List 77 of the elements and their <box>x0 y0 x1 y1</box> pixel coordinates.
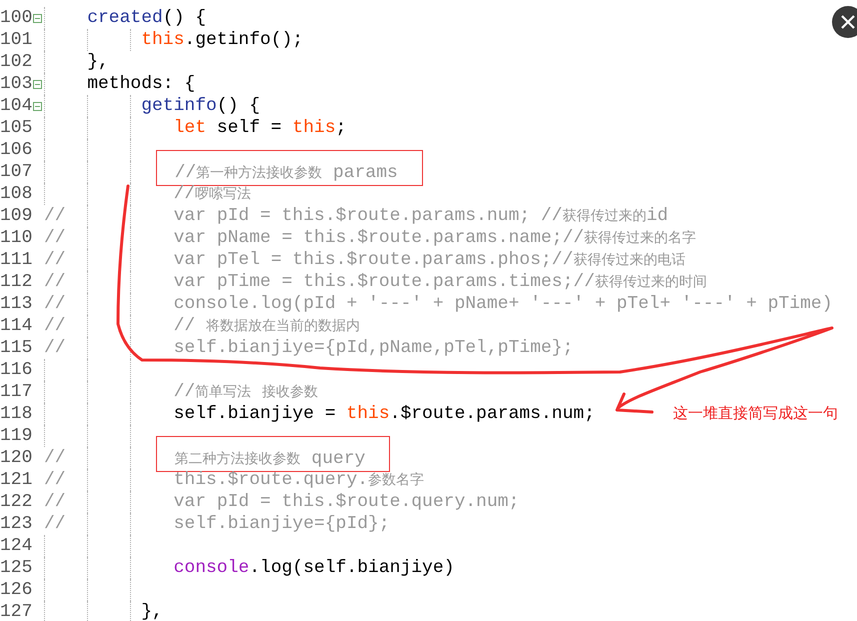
line-comment-marker: // <box>44 315 66 337</box>
line-comment-marker: // <box>44 271 66 293</box>
line-number: 117 <box>0 381 33 403</box>
line-comment-marker: // <box>44 513 66 535</box>
line-number: 125 <box>0 557 33 579</box>
collapse-icon[interactable] <box>33 102 42 110</box>
code-comment: var pTime = this.$route.params.times;//获得传过来的时间 <box>174 271 707 293</box>
code-comment: // 将数据放在当前的数据内 <box>174 315 360 337</box>
line-number: 101 <box>0 29 33 51</box>
line-number: 115 <box>0 337 33 359</box>
close-icon <box>841 15 855 29</box>
line-number: 111 <box>0 249 33 271</box>
line-number: 116 <box>0 359 33 381</box>
code-token: ; <box>336 117 346 139</box>
code-token: () { <box>216 95 260 117</box>
code-token: getinfo <box>141 95 217 117</box>
code-token: .$route.params.num; <box>390 403 595 425</box>
line-number: 127 <box>0 601 33 621</box>
line-number: 104 <box>0 95 33 117</box>
code-token: }, <box>87 51 109 73</box>
line-comment-marker: // <box>44 249 66 271</box>
line-number: 102 <box>0 51 33 73</box>
code-token: self = <box>216 117 283 139</box>
line-number: 120 <box>0 447 33 469</box>
code-token: self.bianjiye = <box>174 403 337 425</box>
line-comment-marker: // <box>44 491 66 513</box>
line-number: 100 <box>0 7 33 29</box>
line-comment-marker: // <box>44 227 66 249</box>
code-comment: var pTel = this.$route.params.phos;//获得传过来的电话 <box>174 249 686 271</box>
code-token: .log(self.bianjiye) <box>249 557 454 579</box>
line-number: 126 <box>0 579 33 601</box>
code-comment: var pId = this.$route.params.num; //获得传过来的id <box>174 205 668 227</box>
code-comment: //简单写法 接收参数 <box>174 381 318 403</box>
code-token: () { <box>162 7 206 29</box>
code-comment: console.log(pId + '---' + pName+ '---' + pTel+ '---' + pTime) <box>174 293 833 315</box>
code-comment: var pId = this.$route.query.num; <box>174 491 520 513</box>
line-number: 113 <box>0 293 33 315</box>
line-comment-marker: // <box>44 293 66 315</box>
close-button[interactable] <box>832 6 857 38</box>
code-token: this <box>141 29 184 51</box>
code-token: }, <box>141 601 163 621</box>
line-number: 122 <box>0 491 33 513</box>
code-token: .getinfo(); <box>184 29 304 51</box>
line-number: 119 <box>0 425 33 447</box>
code-comment: this.$route.query.参数名字 <box>174 469 424 491</box>
code-token: methods: { <box>87 73 196 95</box>
code-comment: var pName = this.$route.params.name;//获得传过来的名字 <box>174 227 696 249</box>
annotation-note: 这一堆直接简写成这一句 <box>673 403 838 424</box>
collapse-icon[interactable] <box>33 14 42 22</box>
line-number: 121 <box>0 469 33 491</box>
line-number: 118 <box>0 403 33 425</box>
code-comment: //第一种方法接收参数 params <box>174 162 398 184</box>
line-number: 123 <box>0 513 33 535</box>
code-token: this <box>292 117 336 139</box>
line-number: 109 <box>0 205 33 227</box>
code-comment: self.bianjiye={pId}; <box>174 513 390 535</box>
code-token: created <box>87 7 163 29</box>
line-number: 108 <box>0 183 33 205</box>
code-token: console <box>174 557 250 579</box>
line-number: 110 <box>0 227 33 249</box>
line-comment-marker: // <box>44 447 66 469</box>
line-comment-marker: // <box>44 469 66 491</box>
line-number: 106 <box>0 139 33 161</box>
line-number: 124 <box>0 535 33 557</box>
code-comment: 第二种方法接收参数 query <box>174 448 366 470</box>
line-comment-marker: // <box>44 205 66 227</box>
line-number: 112 <box>0 271 33 293</box>
line-number: 107 <box>0 161 33 183</box>
code-comment: //啰嗦写法 <box>174 183 252 205</box>
line-number: 105 <box>0 117 33 139</box>
code-token: let <box>174 117 206 139</box>
collapse-icon[interactable] <box>33 80 42 88</box>
code-comment: self.bianjiye={pId,pName,pTel,pTime}; <box>174 337 574 359</box>
code-token: this <box>346 403 390 425</box>
line-number: 114 <box>0 315 33 337</box>
line-comment-marker: // <box>44 337 66 359</box>
line-number: 103 <box>0 73 33 95</box>
